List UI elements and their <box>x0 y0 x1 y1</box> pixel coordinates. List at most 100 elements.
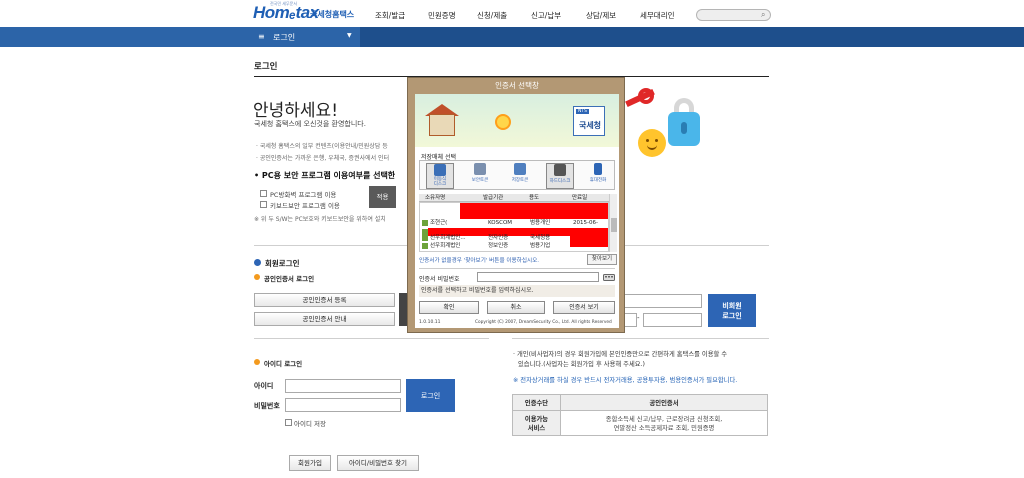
org-name[interactable]: 국세청홈택스 <box>310 9 354 20</box>
lock-keyhole-icon <box>681 122 687 134</box>
media-label: 휴대전화 <box>589 178 607 183</box>
col-expiry[interactable]: 만료일 <box>572 194 587 202</box>
media-label: 저장토큰 <box>511 178 529 183</box>
nts-badge: NTS <box>576 109 589 114</box>
table-row[interactable]: 선우회계법인... 전자인증 국세청용 <box>420 234 608 242</box>
certificate-dialog: 인증서 선택창 NTS 국세청 저장매체 선택 이동식 디스크 보안토큰 저장토 <box>407 77 625 333</box>
storage-media-box: 이동식 디스크 보안토큰 저장토큰 하드디스크 휴대전화 <box>419 160 615 190</box>
nonmember-desc: · 개인(비사업자)의 경우 회원가입에 본인인증만으로 간편하게 홈택스를 이… <box>513 351 728 358</box>
member-login-head: 회원로그인 <box>265 259 300 268</box>
mobile-phone-icon <box>594 163 602 175</box>
key-ring-icon <box>638 88 654 104</box>
cert-issuer: 전자인증 <box>488 235 509 241</box>
dialog-banner: NTS 국세청 <box>415 94 619 147</box>
nav-apply[interactable]: 신청/제출 <box>477 10 507 21</box>
nonmember-login-button[interactable]: 비회원 로그인 <box>708 294 756 327</box>
col-owner[interactable]: 소유자명 <box>425 194 445 202</box>
col-usage[interactable]: 용도 <box>529 194 539 202</box>
id-input[interactable] <box>285 379 401 393</box>
smiley-eye <box>655 139 658 142</box>
smiley-mouth <box>647 145 657 150</box>
cert-issuer: 정보인증 <box>488 243 509 249</box>
welcome-text: 국세청 홈택스에 오신것을 환영합니다. <box>254 120 366 128</box>
cert-owner: 선우회계법인... <box>430 235 466 241</box>
cert-list-header: 소유자명 발급기관 용도 만료일 <box>419 194 609 202</box>
cert-list: 조현근( KOSCOM 범용개인 2015-06- 선우회계법인... 전자인증… <box>419 202 609 252</box>
certificate-icon <box>422 235 428 241</box>
save-id-checkbox[interactable] <box>285 419 292 426</box>
apply-button[interactable]: 적용 <box>369 186 396 208</box>
media-usb-disk[interactable]: 이동식 디스크 <box>426 163 454 189</box>
hometax-logo[interactable]: Homₑtax <box>253 3 319 23</box>
media-label: 이동식 디스크 <box>433 177 447 187</box>
table-header: 공인인증서 <box>560 394 768 411</box>
section-divider <box>512 338 769 339</box>
media-mobile-phone[interactable]: 휴대전화 <box>584 163 612 189</box>
cancel-button[interactable]: 취소 <box>487 301 545 314</box>
search-icon[interactable]: ⌕ <box>761 10 765 20</box>
certificate-icon <box>422 243 428 249</box>
menu-current[interactable]: 로그인 <box>273 32 295 43</box>
house-icon <box>429 114 455 136</box>
dialog-version: 1.0.10.11 <box>419 320 441 325</box>
cert-login-head: 공인인증서 로그인 <box>264 275 315 283</box>
menu-icon[interactable]: ≡ <box>258 32 265 41</box>
password-label: 비밀번호 <box>254 402 280 410</box>
media-label: 하드디스크 <box>549 179 571 184</box>
password-input[interactable] <box>285 398 401 412</box>
search-input[interactable] <box>696 9 771 21</box>
cert-usage: 국세청용 <box>530 235 551 241</box>
dialog-copyright: Copyright (C) 2007, DreamSecurity Co., L… <box>475 320 612 325</box>
security-note: ※ 위 두 S/W는 PC보호와 키보드보안을 위하여 설치 <box>254 216 386 223</box>
find-cert-button[interactable]: 찾아보기 <box>587 254 617 265</box>
redacted-row <box>460 203 608 213</box>
security-program-title: • PC용 보안 프로그램 이용여부를 선택한 <box>254 171 396 180</box>
id-login-button[interactable]: 로그인 <box>406 379 455 412</box>
col-issuer[interactable]: 발급기관 <box>483 194 503 202</box>
dialog-title[interactable]: 인증서 선택창 <box>408 80 626 91</box>
keyboard-security-checkbox[interactable] <box>260 201 267 208</box>
hard-disk-icon <box>554 164 566 176</box>
cert-usage: 범용기업 <box>530 243 551 249</box>
view-cert-button[interactable]: 인증서 보기 <box>553 301 615 314</box>
nts-logo: NTS 국세청 <box>573 106 605 136</box>
security-token-icon <box>474 163 486 175</box>
section-dot-icon <box>254 259 261 266</box>
cert-guide-button[interactable]: 공인인증서 안내 <box>254 312 395 326</box>
scrollbar-thumb[interactable] <box>611 218 617 232</box>
media-label: 보안토큰 <box>471 178 489 183</box>
dialog-divider <box>419 268 615 269</box>
cert-login-button-edge[interactable] <box>399 293 407 326</box>
nav-filing[interactable]: 신고/납부 <box>531 10 561 21</box>
join-button[interactable]: 회원가입 <box>289 455 331 471</box>
keyboard-icon[interactable] <box>603 272 615 282</box>
firewall-checkbox[interactable] <box>260 190 267 197</box>
menu-bar-active <box>0 27 360 47</box>
table-row[interactable]: 선우회계법인 정보인증 범용기업 <box>420 242 608 250</box>
media-hard-disk[interactable]: 하드디스크 <box>546 163 574 189</box>
nav-agent[interactable]: 세무대리인 <box>640 10 675 21</box>
nts-logo-text: 국세청 <box>578 121 602 130</box>
keyboard-security-label: 키보드보안 프로그램 이용 <box>270 202 340 210</box>
subsection-dot-icon <box>254 274 260 280</box>
save-id-label: 아이디 저장 <box>294 420 326 428</box>
storage-token-icon <box>514 163 526 175</box>
cert-list-scrollbar[interactable] <box>609 194 617 252</box>
subsection-dot-icon <box>254 359 260 365</box>
media-security-token[interactable]: 보안토큰 <box>466 163 494 189</box>
ok-button[interactable]: 확인 <box>419 301 479 314</box>
cert-register-button[interactable]: 공인인증서 등록 <box>254 293 395 307</box>
info-bullet: · 국세청 홈택스의 일부 컨텐츠(이용안내/민원상담 등 <box>256 143 388 150</box>
nav-inquiry[interactable]: 조회/발급 <box>375 10 405 21</box>
nonmember-desc: 있습니다.(사업자는 회원가입 후 사용해 주세요.) <box>518 361 645 368</box>
nonmember-ssn-back-input[interactable] <box>643 313 702 327</box>
find-id-password-button[interactable]: 아이디/비밀번호 찾기 <box>337 455 419 471</box>
chevron-down-icon[interactable]: ▼ <box>347 32 352 39</box>
cert-password-input[interactable] <box>477 272 599 282</box>
nav-consult[interactable]: 상담/제보 <box>586 10 616 21</box>
ssn-dash: - <box>637 314 640 322</box>
page-title: 로그인 <box>254 62 278 72</box>
media-storage-token[interactable]: 저장토큰 <box>506 163 534 189</box>
nonmember-name-input[interactable] <box>620 294 702 308</box>
nav-certificates[interactable]: 민원증명 <box>428 10 456 21</box>
